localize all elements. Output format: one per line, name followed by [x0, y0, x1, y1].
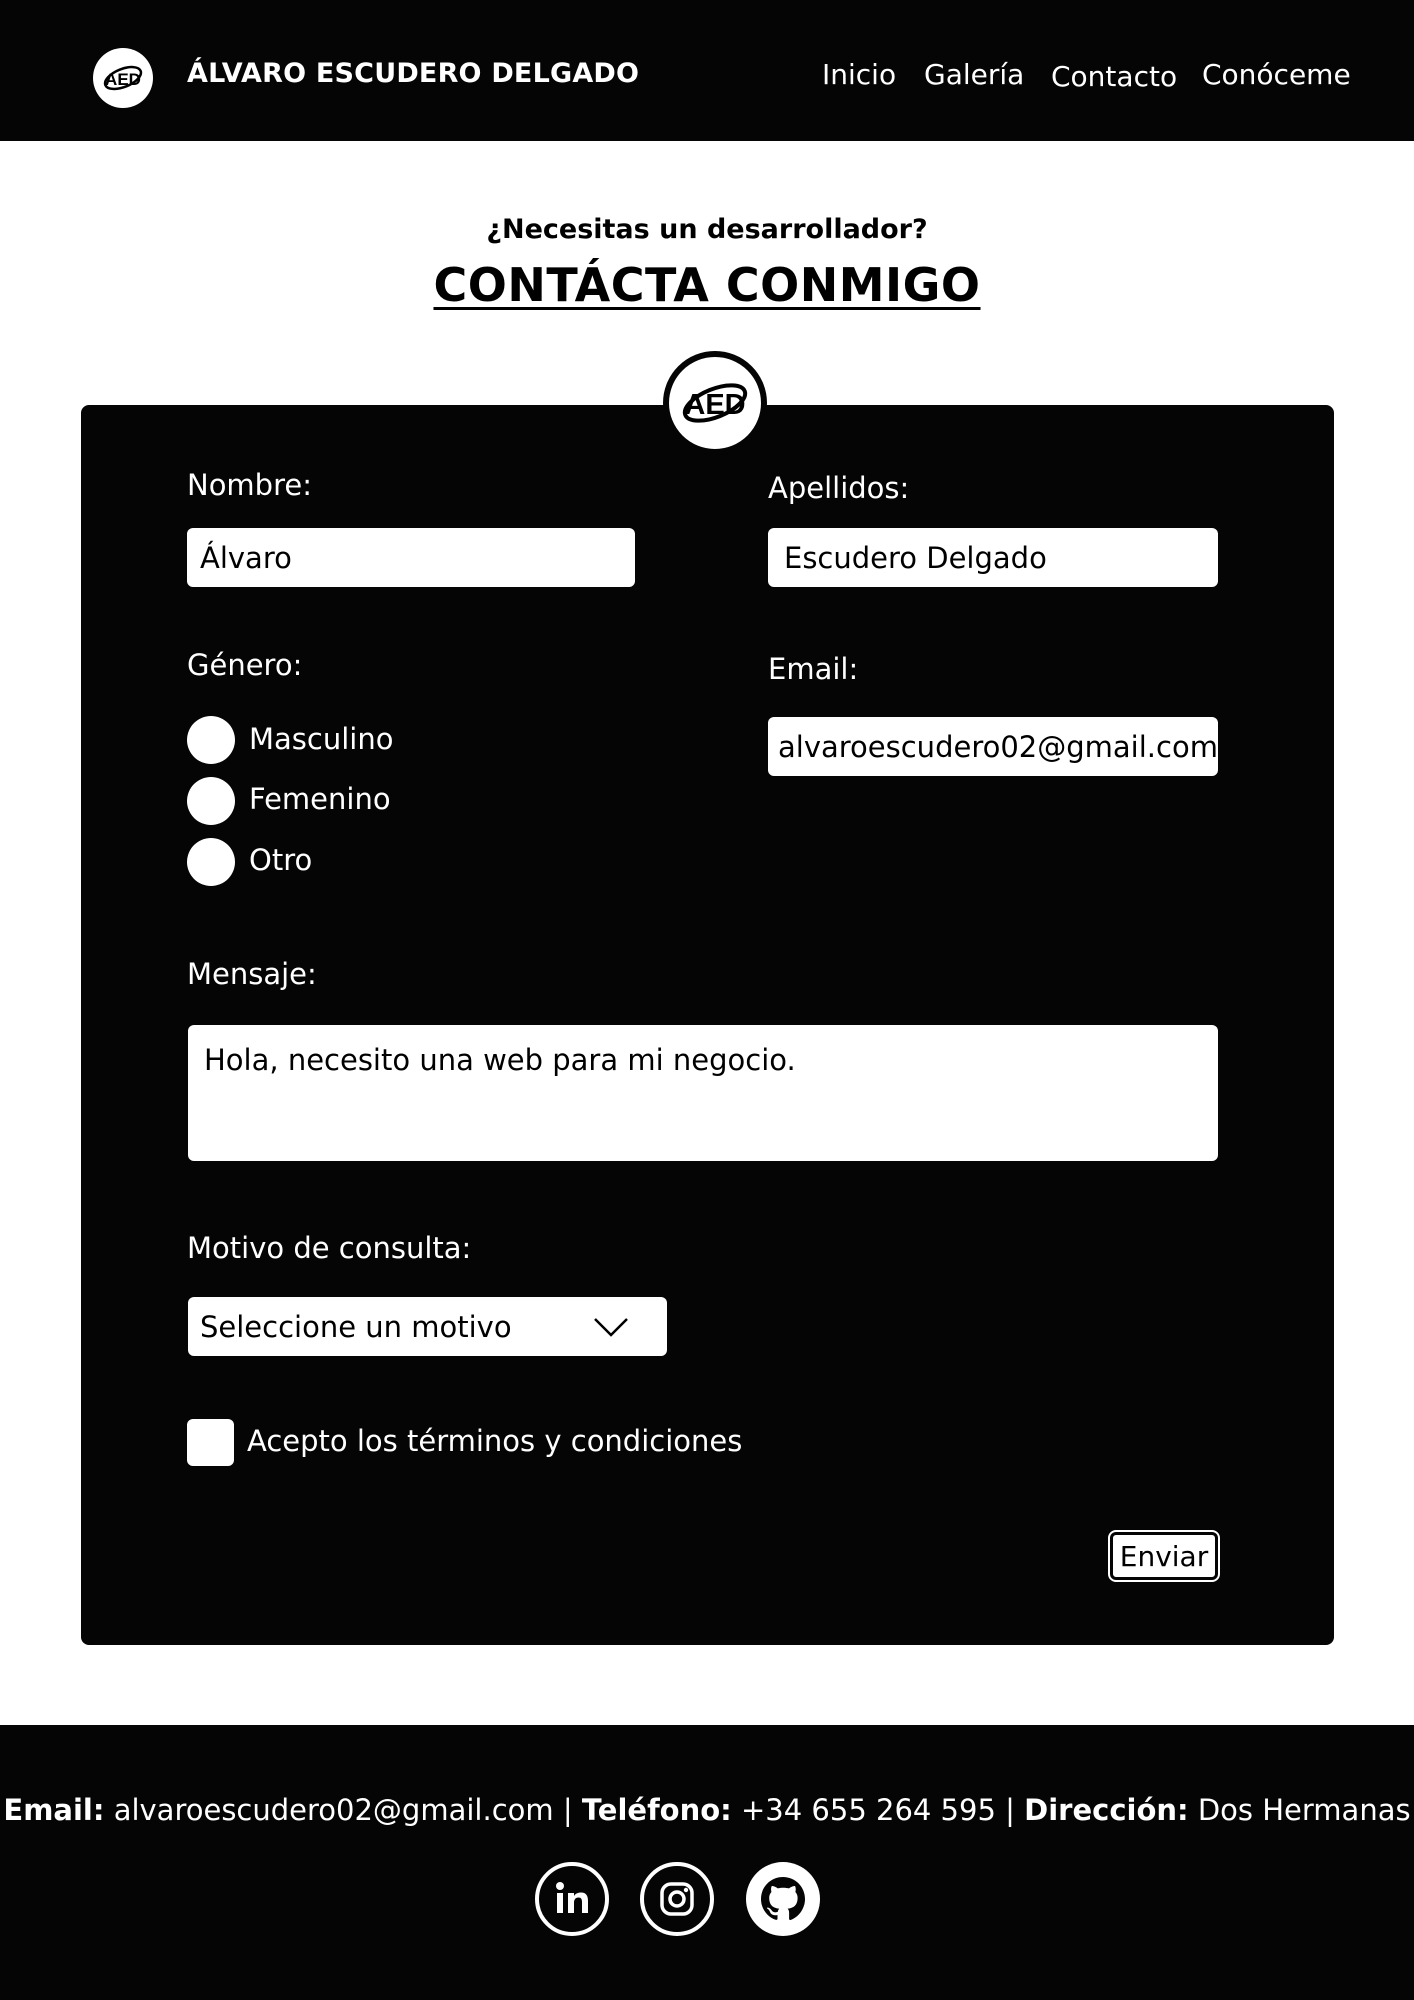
- svg-text:AED: AED: [105, 70, 141, 89]
- footer-address-label: Dirección:: [1024, 1793, 1189, 1827]
- nav-inicio[interactable]: Inicio: [822, 58, 896, 94]
- github-icon[interactable]: [746, 1862, 820, 1936]
- submit-button[interactable]: Enviar: [1108, 1530, 1220, 1582]
- footer-email-label: Email:: [3, 1793, 105, 1827]
- nav-conoceme[interactable]: Conóceme: [1202, 58, 1351, 94]
- genero-label: Género:: [187, 648, 303, 682]
- apellidos-input[interactable]: Escudero Delgado: [768, 528, 1218, 587]
- email-input[interactable]: alvaroescudero02@gmail.com: [768, 717, 1218, 776]
- radio-label-femenino: Femenino: [249, 782, 391, 816]
- radio-otro[interactable]: [187, 838, 235, 886]
- email-label: Email:: [768, 652, 859, 686]
- site-footer: Email: alvaroescudero02@gmail.com | Telé…: [0, 1725, 1414, 2000]
- page-title-text: CONTÁCTA CONMIGO: [433, 258, 981, 312]
- terms-label: Acepto los términos y condiciones: [247, 1424, 743, 1458]
- logo-icon[interactable]: AED: [93, 48, 153, 108]
- footer-address-value: Dos Hermanas: [1197, 1793, 1411, 1827]
- nav-contacto[interactable]: Contacto: [1051, 60, 1177, 96]
- mensaje-textarea[interactable]: Hola, necesito una web para mi negocio.: [188, 1025, 1218, 1161]
- radio-label-masculino: Masculino: [249, 722, 394, 756]
- terms-checkbox[interactable]: [187, 1419, 234, 1466]
- radio-femenino[interactable]: [187, 777, 235, 825]
- radio-label-otro: Otro: [249, 843, 313, 877]
- chevron-down-icon: [594, 1318, 628, 1337]
- mensaje-label: Mensaje:: [187, 957, 317, 991]
- apellidos-label: Apellidos:: [768, 471, 910, 505]
- footer-phone-value[interactable]: +34 655 264 595: [741, 1793, 996, 1827]
- site-header: AED ÁLVARO ESCUDERO DELGADO Inicio Galer…: [0, 0, 1414, 141]
- footer-email-value[interactable]: alvaroescudero02@gmail.com: [114, 1793, 554, 1827]
- nombre-input[interactable]: Álvaro: [187, 528, 635, 587]
- instagram-icon[interactable]: [640, 1862, 714, 1936]
- brand-name[interactable]: ÁLVARO ESCUDERO DELGADO: [187, 58, 639, 89]
- nombre-label: Nombre:: [187, 468, 312, 502]
- form-logo-icon: AED: [663, 351, 767, 455]
- nav-galeria[interactable]: Galería: [924, 58, 1024, 94]
- radio-masculino[interactable]: [187, 716, 235, 764]
- svg-text:AED: AED: [684, 389, 745, 421]
- footer-phone-label: Teléfono:: [581, 1793, 732, 1827]
- motivo-select[interactable]: Seleccione un motivo: [188, 1297, 667, 1356]
- footer-separator: |: [1005, 1793, 1015, 1827]
- page-subtitle: ¿Necesitas un desarrollador?: [486, 214, 928, 245]
- contact-info: Email: alvaroescudero02@gmail.com | Telé…: [0, 1793, 1414, 1827]
- linkedin-icon[interactable]: [535, 1862, 609, 1936]
- page-title: CONTÁCTA CONMIGO: [0, 258, 1414, 312]
- motivo-select-value: Seleccione un motivo: [200, 1309, 512, 1344]
- motivo-label: Motivo de consulta:: [187, 1231, 472, 1265]
- footer-separator: |: [562, 1793, 573, 1827]
